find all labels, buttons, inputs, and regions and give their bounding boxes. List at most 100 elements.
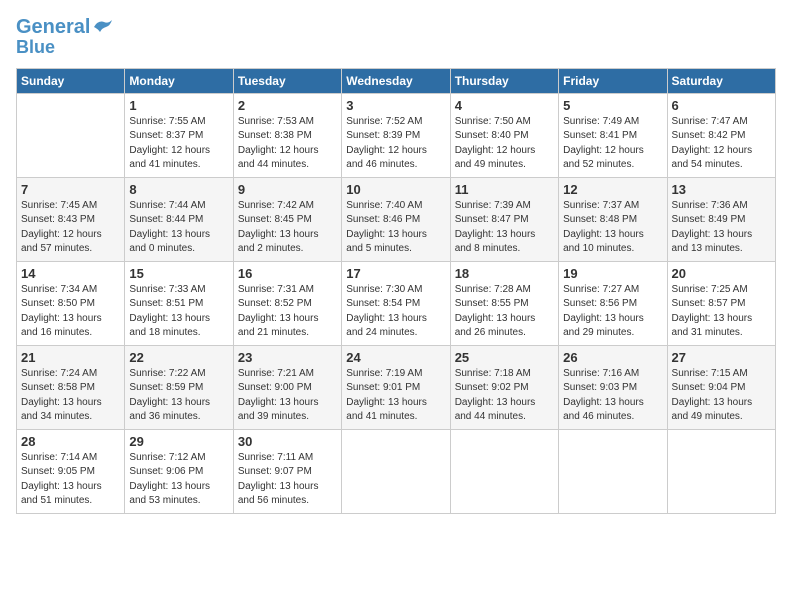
header-cell-thursday: Thursday <box>450 68 558 93</box>
calendar-header: SundayMondayTuesdayWednesdayThursdayFrid… <box>17 68 776 93</box>
day-number: 30 <box>238 434 337 449</box>
calendar-cell: 5 Sunrise: 7:49 AM Sunset: 8:41 PM Daylig… <box>559 93 667 177</box>
logo: General Blue <box>16 16 114 58</box>
calendar-cell: 6Sunrise: 7:47 AM Sunset: 8:42 PM Daylig… <box>667 93 775 177</box>
header-row: SundayMondayTuesdayWednesdayThursdayFrid… <box>17 68 776 93</box>
day-number: 18 <box>455 266 554 281</box>
day-number: 12 <box>563 182 662 197</box>
calendar-cell: 19 Sunrise: 7:27 AM Sunset: 8:56 PM Dayli… <box>559 261 667 345</box>
day-number: 28 <box>21 434 120 449</box>
header-cell-saturday: Saturday <box>667 68 775 93</box>
calendar-cell: 22 Sunrise: 7:22 AM Sunset: 8:59 PM Dayli… <box>125 345 233 429</box>
day-number: 9 <box>238 182 337 197</box>
day-info: Sunrise: 7:27 AM Sunset: 8:56 PM Dayligh… <box>563 283 662 341</box>
day-info: Sunrise: 7:11 AM Sunset: 9:07 PM Dayligh… <box>238 451 337 509</box>
logo-blue: Blue <box>16 38 55 58</box>
calendar-cell: 18 Sunrise: 7:28 AM Sunset: 8:55 PM Dayli… <box>450 261 558 345</box>
day-info: Sunrise: 7:12 AM Sunset: 9:06 PM Dayligh… <box>129 451 228 509</box>
day-number: 20 <box>672 266 771 281</box>
week-row-3: 14 Sunrise: 7:34 AM Sunset: 8:50 PM Dayli… <box>17 261 776 345</box>
day-number: 25 <box>455 350 554 365</box>
calendar-cell: 14 Sunrise: 7:34 AM Sunset: 8:50 PM Dayli… <box>17 261 125 345</box>
day-info: Sunrise: 7:50 AM Sunset: 8:40 PM Dayligh… <box>455 115 554 173</box>
calendar-cell: 29Sunrise: 7:12 AM Sunset: 9:06 PM Dayli… <box>125 429 233 513</box>
calendar-cell: 30 Sunrise: 7:11 AM Sunset: 9:07 PM Dayli… <box>233 429 341 513</box>
calendar-cell: 24 Sunrise: 7:19 AM Sunset: 9:01 PM Dayli… <box>342 345 450 429</box>
calendar-cell <box>17 93 125 177</box>
calendar-cell: 12 Sunrise: 7:37 AM Sunset: 8:48 PM Dayli… <box>559 177 667 261</box>
calendar-cell: 1 Sunrise: 7:55 AM Sunset: 8:37 PM Daylig… <box>125 93 233 177</box>
calendar-cell <box>559 429 667 513</box>
calendar-cell: 9 Sunrise: 7:42 AM Sunset: 8:45 PM Daylig… <box>233 177 341 261</box>
day-info: Sunrise: 7:31 AM Sunset: 8:52 PM Dayligh… <box>238 283 337 341</box>
day-number: 8 <box>129 182 228 197</box>
calendar-cell: 17 Sunrise: 7:30 AM Sunset: 8:54 PM Dayli… <box>342 261 450 345</box>
day-info: Sunrise: 7:37 AM Sunset: 8:48 PM Dayligh… <box>563 199 662 257</box>
day-info: Sunrise: 7:52 AM Sunset: 8:39 PM Dayligh… <box>346 115 445 173</box>
calendar-cell: 3 Sunrise: 7:52 AM Sunset: 8:39 PM Daylig… <box>342 93 450 177</box>
day-info: Sunrise: 7:22 AM Sunset: 8:59 PM Dayligh… <box>129 367 228 425</box>
day-number: 13 <box>672 182 771 197</box>
day-number: 27 <box>672 350 771 365</box>
day-info: Sunrise: 7:16 AM Sunset: 9:03 PM Dayligh… <box>563 367 662 425</box>
day-info: Sunrise: 7:45 AM Sunset: 8:43 PM Dayligh… <box>21 199 120 257</box>
calendar-cell: 15Sunrise: 7:33 AM Sunset: 8:51 PM Dayli… <box>125 261 233 345</box>
calendar-cell: 28 Sunrise: 7:14 AM Sunset: 9:05 PM Dayli… <box>17 429 125 513</box>
day-info: Sunrise: 7:44 AM Sunset: 8:44 PM Dayligh… <box>129 199 228 257</box>
calendar-cell <box>667 429 775 513</box>
day-number: 19 <box>563 266 662 281</box>
header-cell-wednesday: Wednesday <box>342 68 450 93</box>
calendar-cell: 20 Sunrise: 7:25 AM Sunset: 8:57 PM Dayli… <box>667 261 775 345</box>
calendar-table: SundayMondayTuesdayWednesdayThursdayFrid… <box>16 68 776 514</box>
calendar-cell: 2Sunrise: 7:53 AM Sunset: 8:38 PM Daylig… <box>233 93 341 177</box>
day-number: 5 <box>563 98 662 113</box>
day-info: Sunrise: 7:53 AM Sunset: 8:38 PM Dayligh… <box>238 115 337 173</box>
day-info: Sunrise: 7:14 AM Sunset: 9:05 PM Dayligh… <box>21 451 120 509</box>
calendar-cell: 4 Sunrise: 7:50 AM Sunset: 8:40 PM Daylig… <box>450 93 558 177</box>
logo-text: General <box>16 16 90 38</box>
day-number: 6 <box>672 98 771 113</box>
calendar-cell: 13 Sunrise: 7:36 AM Sunset: 8:49 PM Dayli… <box>667 177 775 261</box>
day-number: 21 <box>21 350 120 365</box>
day-info: Sunrise: 7:18 AM Sunset: 9:02 PM Dayligh… <box>455 367 554 425</box>
header-cell-monday: Monday <box>125 68 233 93</box>
day-info: Sunrise: 7:34 AM Sunset: 8:50 PM Dayligh… <box>21 283 120 341</box>
week-row-5: 28 Sunrise: 7:14 AM Sunset: 9:05 PM Dayli… <box>17 429 776 513</box>
day-number: 10 <box>346 182 445 197</box>
day-number: 14 <box>21 266 120 281</box>
day-info: Sunrise: 7:42 AM Sunset: 8:45 PM Dayligh… <box>238 199 337 257</box>
day-number: 17 <box>346 266 445 281</box>
logo-bird-icon <box>92 18 114 36</box>
day-info: Sunrise: 7:28 AM Sunset: 8:55 PM Dayligh… <box>455 283 554 341</box>
day-info: Sunrise: 7:33 AM Sunset: 8:51 PM Dayligh… <box>129 283 228 341</box>
calendar-cell <box>342 429 450 513</box>
day-info: Sunrise: 7:19 AM Sunset: 9:01 PM Dayligh… <box>346 367 445 425</box>
day-number: 22 <box>129 350 228 365</box>
day-number: 4 <box>455 98 554 113</box>
day-info: Sunrise: 7:49 AM Sunset: 8:41 PM Dayligh… <box>563 115 662 173</box>
calendar-cell: 27Sunrise: 7:15 AM Sunset: 9:04 PM Dayli… <box>667 345 775 429</box>
day-info: Sunrise: 7:30 AM Sunset: 8:54 PM Dayligh… <box>346 283 445 341</box>
day-number: 7 <box>21 182 120 197</box>
day-info: Sunrise: 7:36 AM Sunset: 8:49 PM Dayligh… <box>672 199 771 257</box>
day-info: Sunrise: 7:21 AM Sunset: 9:00 PM Dayligh… <box>238 367 337 425</box>
week-row-4: 21Sunrise: 7:24 AM Sunset: 8:58 PM Dayli… <box>17 345 776 429</box>
day-number: 24 <box>346 350 445 365</box>
header-cell-friday: Friday <box>559 68 667 93</box>
calendar-cell: 21Sunrise: 7:24 AM Sunset: 8:58 PM Dayli… <box>17 345 125 429</box>
calendar-cell: 8 Sunrise: 7:44 AM Sunset: 8:44 PM Daylig… <box>125 177 233 261</box>
day-number: 3 <box>346 98 445 113</box>
header: General Blue <box>16 16 776 58</box>
header-cell-sunday: Sunday <box>17 68 125 93</box>
calendar-cell: 11Sunrise: 7:39 AM Sunset: 8:47 PM Dayli… <box>450 177 558 261</box>
calendar-cell <box>450 429 558 513</box>
day-info: Sunrise: 7:55 AM Sunset: 8:37 PM Dayligh… <box>129 115 228 173</box>
day-number: 16 <box>238 266 337 281</box>
day-number: 1 <box>129 98 228 113</box>
calendar-body: 1 Sunrise: 7:55 AM Sunset: 8:37 PM Daylig… <box>17 93 776 513</box>
day-number: 23 <box>238 350 337 365</box>
calendar-cell: 25 Sunrise: 7:18 AM Sunset: 9:02 PM Dayli… <box>450 345 558 429</box>
calendar-cell: 23 Sunrise: 7:21 AM Sunset: 9:00 PM Dayli… <box>233 345 341 429</box>
week-row-2: 7 Sunrise: 7:45 AM Sunset: 8:43 PM Daylig… <box>17 177 776 261</box>
day-info: Sunrise: 7:25 AM Sunset: 8:57 PM Dayligh… <box>672 283 771 341</box>
